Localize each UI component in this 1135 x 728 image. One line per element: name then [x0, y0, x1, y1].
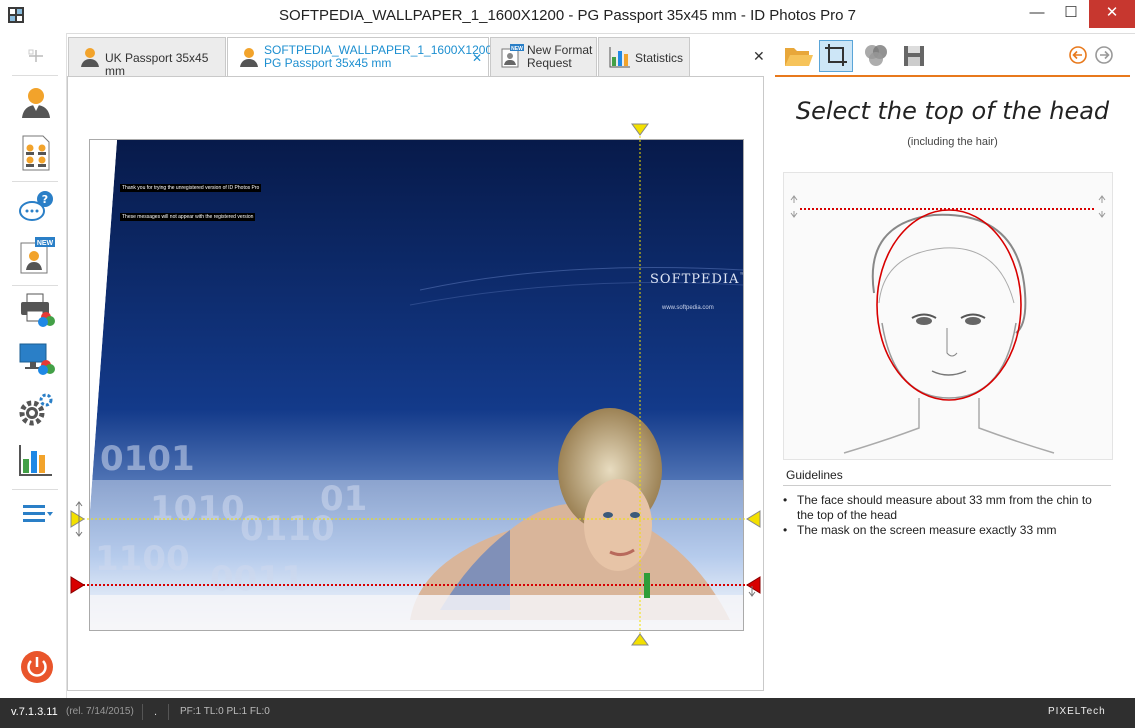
- close-all-tabs-icon[interactable]: ✕: [753, 48, 765, 65]
- help-chat-icon[interactable]: ?: [17, 189, 55, 227]
- divider: [12, 285, 58, 286]
- statistics-icon: [609, 47, 630, 68]
- minimize-button[interactable]: —: [1020, 0, 1054, 28]
- left-toolbar: ? NEW: [0, 33, 67, 698]
- save-icon[interactable]: [897, 40, 931, 72]
- right-panel-toolbar: [775, 37, 1130, 77]
- left-adjust-icon: [790, 195, 798, 218]
- pixeltech-logo: PIXELTech: [1048, 706, 1106, 717]
- divider: [783, 485, 1111, 486]
- divider: [12, 181, 58, 182]
- left-yellow-marker-icon[interactable]: [70, 510, 85, 528]
- release-date: (rel. 7/14/2015): [66, 706, 134, 717]
- head-guide-illustration: [783, 172, 1113, 460]
- center-handle[interactable]: [644, 573, 650, 598]
- back-icon[interactable]: [1069, 46, 1087, 64]
- bottom-marker-icon[interactable]: [631, 633, 649, 646]
- right-red-marker-icon[interactable]: [746, 576, 761, 594]
- guide-overlay: [70, 123, 761, 646]
- tab-uk-passport[interactable]: UK Passport 35x45 mm: [68, 37, 226, 78]
- title-bar: SOFTPEDIA_WALLPAPER_1_1600X1200 - PG Pas…: [0, 0, 1135, 34]
- new-format-icon: NEW: [501, 44, 524, 68]
- person-icon: [81, 48, 99, 67]
- divider: [12, 75, 58, 76]
- expand-icon[interactable]: [28, 49, 44, 63]
- close-button[interactable]: ✕: [1089, 0, 1135, 28]
- print-icon[interactable]: [17, 291, 55, 329]
- divider: [168, 704, 169, 720]
- person-icon: [240, 48, 258, 67]
- divider: [142, 704, 143, 720]
- status-flags: PF:1 TL:0 PL:1 FL:0: [180, 706, 270, 717]
- maximize-button[interactable]: ☐: [1054, 0, 1088, 28]
- tab-label-line2: PG Passport 35x45 mm: [264, 56, 392, 70]
- tab-label: UK Passport 35x45 mm: [105, 51, 209, 78]
- tab-softpedia-wallpaper[interactable]: SOFTPEDIA_WALLPAPER_1_1600X1200 PG Passp…: [227, 37, 492, 77]
- divider: [12, 489, 58, 490]
- tab-label-line1: New Format: [527, 43, 593, 57]
- single-person-icon[interactable]: [17, 84, 55, 122]
- tab-label-line1: SOFTPEDIA_WALLPAPER_1_1600X1200: [264, 43, 493, 57]
- settings-icon[interactable]: [17, 391, 55, 429]
- top-marker-icon[interactable]: [631, 123, 649, 136]
- tab-new-format-request[interactable]: NEW New Format Request: [490, 37, 597, 76]
- tab-label: Statistics: [635, 51, 684, 65]
- tab-label: SOFTPEDIA_WALLPAPER_1_1600X1200 PG Passp…: [264, 44, 492, 70]
- new-person-icon[interactable]: NEW: [17, 237, 55, 275]
- guidelines-heading: Guidelines: [786, 468, 843, 482]
- menu-icon[interactable]: [17, 495, 55, 533]
- monitor-icon[interactable]: [17, 339, 55, 377]
- crop-icon[interactable]: [819, 40, 853, 72]
- close-tab-icon[interactable]: ✕: [472, 51, 482, 65]
- guideline-item: The mask on the screen measure exactly 3…: [783, 523, 1107, 538]
- svg-text:NEW: NEW: [37, 240, 54, 247]
- left-red-marker-icon[interactable]: [70, 576, 85, 594]
- tab-label-line2: Request: [527, 56, 572, 70]
- guideline-item: The face should measure about 33 mm from…: [783, 493, 1107, 523]
- right-adjust-icon: [1098, 195, 1106, 218]
- tab-label: New Format Request: [527, 44, 592, 70]
- status-dot: .: [154, 706, 158, 718]
- right-yellow-marker-icon[interactable]: [746, 510, 761, 528]
- instruction-title: Select the top of the head: [795, 97, 1110, 125]
- chart-icon[interactable]: [17, 441, 55, 479]
- version-label: v.7.1.3.11: [11, 706, 58, 718]
- forward-icon[interactable]: [1095, 46, 1113, 64]
- group-sheet-icon[interactable]: [17, 134, 55, 172]
- svg-text:NEW: NEW: [511, 46, 523, 52]
- color-icon[interactable]: [859, 40, 893, 72]
- tab-statistics[interactable]: Statistics: [598, 37, 690, 76]
- right-panel: Select the top of the head (including th…: [775, 37, 1130, 698]
- svg-text:?: ?: [42, 193, 48, 206]
- window-title: SOFTPEDIA_WALLPAPER_1_1600X1200 - PG Pas…: [279, 7, 856, 24]
- open-folder-icon[interactable]: [781, 40, 815, 72]
- power-icon[interactable]: [20, 650, 54, 684]
- instruction-subtitle: (including the hair): [907, 136, 998, 148]
- status-bar: v.7.1.3.11 (rel. 7/14/2015) . PF:1 TL:0 …: [0, 698, 1135, 728]
